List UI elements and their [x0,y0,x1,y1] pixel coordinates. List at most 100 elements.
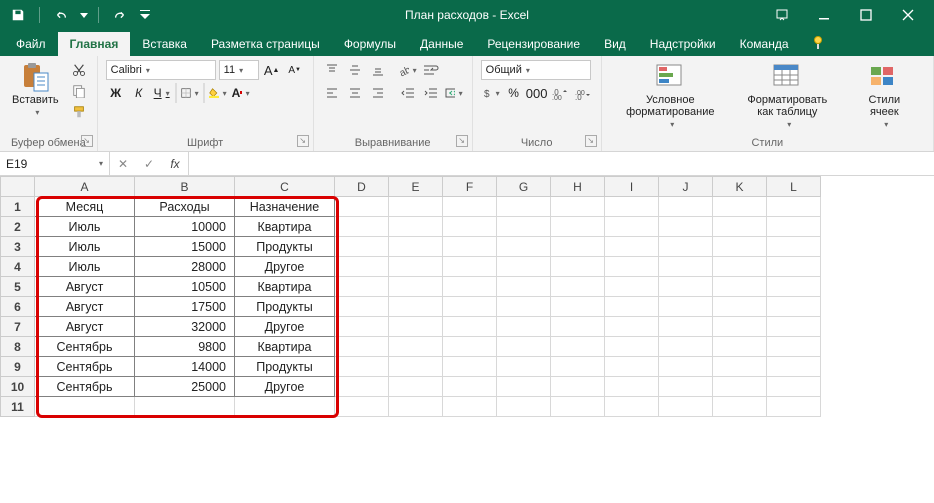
cut-button[interactable] [69,60,89,80]
cell[interactable]: 15000 [135,237,235,257]
save-icon[interactable] [6,3,30,27]
cell[interactable] [335,337,389,357]
cell[interactable] [443,297,497,317]
format-painter-button[interactable] [69,102,89,122]
cell-styles-button[interactable]: Стили ячеек▾ [850,60,918,131]
tab-formulas[interactable]: Формулы [332,32,408,56]
cell[interactable] [443,197,497,217]
grow-font-button[interactable]: A▲ [262,60,282,80]
dialog-launcher-icon[interactable]: ↘ [456,135,468,147]
cell[interactable]: 14000 [135,357,235,377]
tell-me-icon[interactable] [801,30,837,56]
col-header[interactable]: H [551,177,605,197]
cell[interactable]: Август [35,297,135,317]
cell[interactable] [443,377,497,397]
cell[interactable] [767,317,821,337]
row-header[interactable]: 3 [1,237,35,257]
conditional-formatting-button[interactable]: Условное форматирование▾ [616,60,724,131]
ribbon-options-icon[interactable] [762,0,802,30]
cell[interactable] [605,277,659,297]
cell[interactable]: Расходы [135,197,235,217]
cell[interactable] [497,357,551,377]
cell[interactable] [605,377,659,397]
cell[interactable] [713,297,767,317]
cell[interactable] [389,397,443,417]
cell[interactable] [497,297,551,317]
cell[interactable] [767,297,821,317]
comma-format-button[interactable]: 000 [527,83,547,103]
cell[interactable] [335,197,389,217]
decrease-decimal-button[interactable]: .00.0 [573,83,593,103]
cell[interactable] [335,317,389,337]
cell[interactable] [389,257,443,277]
cell[interactable] [389,297,443,317]
dialog-launcher-icon[interactable]: ↘ [297,135,309,147]
tab-review[interactable]: Рецензирование [475,32,592,56]
cell[interactable] [389,317,443,337]
cell[interactable]: 9800 [135,337,235,357]
cell[interactable] [335,277,389,297]
cell[interactable] [605,297,659,317]
cell[interactable]: Продукты [235,297,335,317]
cell[interactable] [551,397,605,417]
col-header[interactable]: K [713,177,767,197]
cell[interactable] [551,357,605,377]
cell[interactable] [713,357,767,377]
cell[interactable] [551,297,605,317]
row-header[interactable]: 6 [1,297,35,317]
col-header[interactable]: E [389,177,443,197]
cell[interactable] [767,357,821,377]
increase-decimal-button[interactable]: .0.00 [550,83,570,103]
cell[interactable] [497,217,551,237]
shrink-font-button[interactable]: A▼ [285,60,305,80]
cell[interactable]: Продукты [235,237,335,257]
tab-view[interactable]: Вид [592,32,638,56]
col-header[interactable]: F [443,177,497,197]
merge-center-button[interactable]: ▾ [444,83,464,103]
row-header[interactable]: 9 [1,357,35,377]
undo-dropdown-icon[interactable] [79,3,89,27]
cell[interactable] [767,397,821,417]
align-top-button[interactable] [322,60,342,80]
increase-indent-button[interactable] [421,83,441,103]
cell[interactable]: Квартира [235,217,335,237]
percent-format-button[interactable]: % [504,83,524,103]
col-header[interactable]: A [35,177,135,197]
row-header[interactable]: 2 [1,217,35,237]
italic-button[interactable]: К [129,83,149,103]
cell[interactable] [659,357,713,377]
cell[interactable] [335,297,389,317]
cell[interactable] [605,257,659,277]
cell[interactable] [605,237,659,257]
tab-addins[interactable]: Надстройки [638,32,728,56]
col-header[interactable]: D [335,177,389,197]
insert-function-button[interactable]: fx [162,157,188,171]
cell[interactable] [335,237,389,257]
cell[interactable] [389,357,443,377]
cell[interactable]: Сентябрь [35,377,135,397]
cell[interactable]: 25000 [135,377,235,397]
cell[interactable] [335,357,389,377]
cell[interactable] [767,377,821,397]
cell[interactable] [497,257,551,277]
fill-color-button[interactable]: ▾ [208,83,228,103]
cell[interactable] [713,237,767,257]
cell[interactable] [659,317,713,337]
cell[interactable] [551,237,605,257]
cell[interactable] [389,237,443,257]
row-header[interactable]: 4 [1,257,35,277]
tab-data[interactable]: Данные [408,32,475,56]
decrease-indent-button[interactable] [398,83,418,103]
maximize-icon[interactable] [846,0,886,30]
borders-button[interactable]: ▾ [180,83,200,103]
cell[interactable] [551,337,605,357]
tab-home[interactable]: Главная [58,32,131,56]
font-name-select[interactable]: Calibri▾ [106,60,216,80]
cell[interactable] [389,377,443,397]
cell[interactable] [551,317,605,337]
col-header[interactable]: I [605,177,659,197]
cell[interactable]: Квартира [235,337,335,357]
row-header[interactable]: 11 [1,397,35,417]
cell[interactable]: Другое [235,317,335,337]
cell[interactable] [335,377,389,397]
